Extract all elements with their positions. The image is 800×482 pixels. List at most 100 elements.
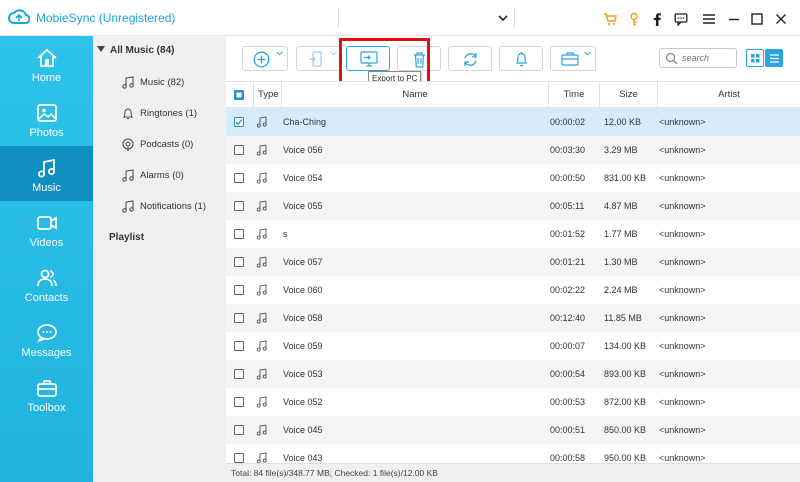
cell-artist: <unknown> — [659, 369, 706, 379]
cell-name: Voice 057 — [283, 257, 323, 267]
row-checkbox[interactable] — [234, 397, 244, 407]
table-row[interactable]: Voice 056 00:03:30 3.29 MB <unknown> — [226, 136, 800, 164]
category-label: Music (82) — [140, 77, 185, 88]
add-button[interactable] — [242, 46, 288, 71]
minimize-icon[interactable] — [727, 12, 741, 26]
search-input[interactable] — [682, 51, 734, 65]
table-header: Type Name Time Size Artist — [226, 81, 800, 108]
cell-name: Voice 054 — [283, 173, 323, 183]
column-artist[interactable]: Artist — [657, 82, 800, 108]
ringtone-maker-button[interactable] — [499, 46, 543, 71]
videos-icon — [37, 216, 57, 230]
refresh-convert-icon — [464, 53, 477, 66]
sidebar-item-music[interactable]: Music — [0, 146, 93, 201]
row-checkbox[interactable] — [234, 285, 244, 295]
music-file-icon — [256, 312, 267, 324]
table-row[interactable]: Voice 058 00:12:40 11.85 MB <unknown> — [226, 304, 800, 332]
cell-size: 11.85 MB — [604, 313, 642, 323]
row-checkbox[interactable] — [234, 257, 244, 267]
podcast-icon — [122, 138, 134, 151]
table-row[interactable]: Voice 053 00:00:54 893.00 KB <unknown> — [226, 360, 800, 388]
cell-name: Voice 053 — [283, 369, 323, 379]
cell-time: 00:01:52 — [550, 229, 586, 239]
table-row[interactable]: Voice 045 00:00:51 850.00 KB <unknown> — [226, 416, 800, 444]
cell-name: Cha-Ching — [283, 117, 327, 127]
cart-icon[interactable] — [603, 12, 617, 26]
cell-time: 00:00:07 — [550, 341, 586, 351]
home-icon — [37, 48, 57, 67]
cell-artist: <unknown> — [659, 313, 706, 323]
table-row[interactable]: Voice 043 00:00:58 950.00 KB <unknown> — [226, 444, 800, 463]
toolbox-menu-button[interactable] — [550, 46, 596, 71]
row-checkbox[interactable] — [234, 453, 244, 463]
table-row[interactable]: Voice 059 00:00:07 134.00 KB <unknown> — [226, 332, 800, 360]
sidebar-item-photos[interactable]: Photos — [0, 91, 93, 146]
cell-artist: <unknown> — [659, 425, 706, 435]
cell-name: Voice 052 — [283, 397, 323, 407]
cell-size: 850.00 KB — [604, 425, 647, 435]
facebook-icon[interactable] — [650, 12, 664, 26]
row-checkbox[interactable] — [234, 229, 244, 239]
column-name[interactable]: Name — [281, 82, 548, 108]
cell-size: 4.87 MB — [604, 201, 638, 211]
table-row[interactable]: Voice 052 00:00:53 872.00 KB <unknown> — [226, 388, 800, 416]
collapse-triangle-icon — [97, 46, 105, 52]
table-row[interactable]: Cha-Ching 00:00:02 12.00 KB <unknown> — [226, 108, 800, 136]
cell-artist: <unknown> — [659, 453, 706, 463]
convert-button[interactable] — [448, 46, 492, 71]
column-time[interactable]: Time — [548, 82, 599, 108]
maximize-icon[interactable] — [750, 12, 764, 26]
status-text: Total: 84 file(s)/348.77 MB; Checked: 1 … — [231, 468, 438, 478]
table-row[interactable]: Voice 055 00:05:11 4.87 MB <unknown> — [226, 192, 800, 220]
key-icon[interactable] — [627, 12, 641, 26]
sidebar-item-home[interactable]: Home — [0, 36, 93, 91]
sidebar-item-label: Contacts — [24, 292, 69, 304]
table-row[interactable]: Voice 054 00:00:50 831.00 KB <unknown> — [226, 164, 800, 192]
row-checkbox[interactable] — [234, 173, 244, 183]
music-table: Type Name Time Size Artist Cha-Ching 00:0… — [226, 81, 800, 463]
feedback-icon[interactable] — [674, 12, 688, 26]
row-checkbox[interactable] — [234, 369, 244, 379]
table-row[interactable]: s 00:01:52 1.77 MB <unknown> — [226, 220, 800, 248]
menu-icon[interactable] — [702, 12, 716, 26]
mobiesync-logo-icon — [8, 9, 30, 24]
sidebar-item-contacts[interactable]: Contacts — [0, 256, 93, 311]
select-all-checkbox[interactable] — [234, 90, 244, 100]
music-file-icon — [256, 452, 267, 463]
export-to-device-button[interactable] — [296, 46, 342, 71]
cell-name: Voice 045 — [283, 425, 323, 435]
cell-time: 00:00:02 — [550, 117, 586, 127]
list-view-button[interactable] — [765, 49, 783, 67]
row-checkbox[interactable] — [234, 341, 244, 351]
row-checkbox[interactable] — [234, 117, 244, 127]
row-checkbox[interactable] — [234, 201, 244, 211]
sidebar-item-messages[interactable]: Messages — [0, 311, 93, 366]
cell-name: Voice 059 — [283, 341, 323, 351]
search-box[interactable] — [659, 48, 737, 68]
row-checkbox[interactable] — [234, 145, 244, 155]
cell-time: 00:03:30 — [550, 145, 586, 155]
row-checkbox[interactable] — [234, 313, 244, 323]
table-row[interactable]: Voice 060 00:02:22 2.24 MB <unknown> — [226, 276, 800, 304]
music-file-icon — [256, 200, 267, 212]
category-all-music[interactable]: All Music (84) — [97, 45, 174, 56]
column-size[interactable]: Size — [599, 82, 657, 108]
cell-size: 1.77 MB — [604, 229, 638, 239]
device-dropdown-chevron-icon[interactable] — [496, 11, 510, 25]
cell-size: 893.00 KB — [604, 369, 647, 379]
music-file-icon — [256, 368, 267, 380]
grid-view-icon — [751, 54, 760, 63]
grid-view-button[interactable] — [746, 49, 764, 67]
table-row[interactable]: Voice 057 00:01:21 1.30 MB <unknown> — [226, 248, 800, 276]
sidebar-item-videos[interactable]: Videos — [0, 201, 93, 256]
playlist-section[interactable]: Playlist — [109, 232, 144, 243]
cell-name: Voice 058 — [283, 313, 323, 323]
close-icon[interactable] — [774, 12, 788, 26]
column-type[interactable]: Type — [253, 82, 281, 108]
sidebar-item-toolbox[interactable]: Toolbox — [0, 366, 93, 421]
music-file-icon — [256, 396, 267, 408]
row-checkbox[interactable] — [234, 425, 244, 435]
music-note-icon — [122, 169, 134, 182]
cell-size: 2.24 MB — [604, 285, 638, 295]
cell-name: s — [283, 229, 288, 239]
